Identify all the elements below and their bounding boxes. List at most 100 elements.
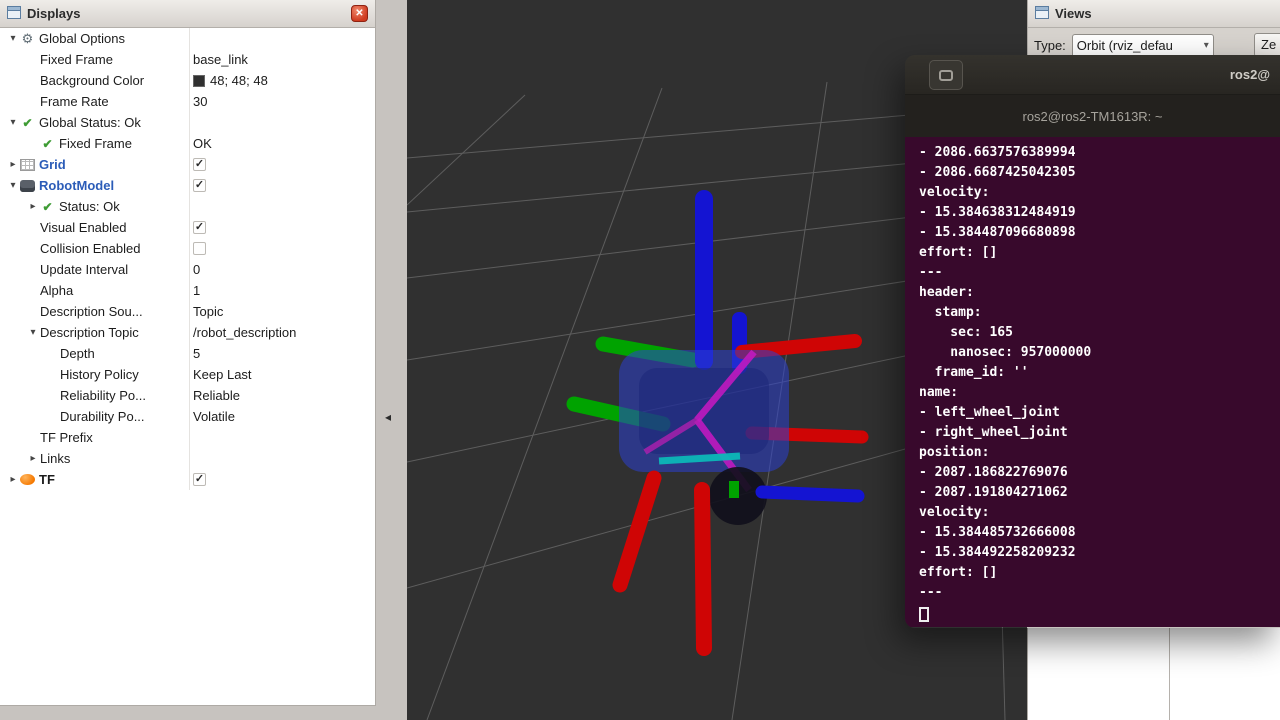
tree-row-history-policy[interactable]: History PolicyKeep Last xyxy=(0,364,375,385)
row-indent xyxy=(0,353,46,354)
property-value[interactable]: 30 xyxy=(193,94,207,109)
property-value[interactable]: 1 xyxy=(193,283,200,298)
property-value[interactable]: 48; 48; 48 xyxy=(210,73,268,88)
tree-row-frame-rate[interactable]: Frame Rate 30 xyxy=(0,91,375,112)
terminal-tab-title: ros2@ros2-TM1613R: ~ xyxy=(1023,109,1163,124)
terminal-line: - 15.384485732666008 xyxy=(919,525,1280,545)
robot-icon xyxy=(20,180,35,192)
property-value[interactable]: base_link xyxy=(193,52,248,67)
terminal-body[interactable]: - 2086.6637576389994- 2086.6687425042305… xyxy=(905,137,1280,627)
expander-right-icon[interactable]: ▸ xyxy=(6,474,20,485)
new-tab-button[interactable] xyxy=(929,60,963,90)
views-panel-title: Views xyxy=(1055,6,1273,21)
checkbox[interactable]: ✓ xyxy=(193,221,206,234)
tree-row-value: Volatile xyxy=(193,409,235,424)
tree-row-robotmodel[interactable]: ▾RobotModel✓ xyxy=(0,175,375,196)
property-value[interactable]: Topic xyxy=(193,304,223,319)
checkbox[interactable]: ✓ xyxy=(193,179,206,192)
tree-row-value: ✓ xyxy=(193,221,206,234)
close-icon[interactable]: ✕ xyxy=(351,5,368,22)
row-indent xyxy=(0,80,26,81)
tree-row-label: TF Prefix xyxy=(40,430,93,445)
terminal-line: name: xyxy=(919,385,1280,405)
zero-button[interactable]: Ze xyxy=(1254,33,1280,57)
terminal-tab[interactable]: ros2@ros2-TM1613R: ~ xyxy=(905,95,1280,137)
tree-row-label: Depth xyxy=(60,346,95,361)
tree-row-value: 1 xyxy=(193,283,200,298)
terminal-line: - 2087.191804271062 xyxy=(919,485,1280,505)
terminal-line: - 15.384638312484919 xyxy=(919,205,1280,225)
terminal-line: - 15.384487096680898 xyxy=(919,225,1280,245)
tree-row-label: Global Options xyxy=(39,31,125,46)
panel-collapse-arrow[interactable]: ◂ xyxy=(385,410,391,424)
terminal-titlebar[interactable]: ros2@ xyxy=(905,55,1280,95)
tree-row-global-options[interactable]: ▾⚙ Global Options xyxy=(0,28,375,49)
property-value[interactable]: OK xyxy=(193,136,212,151)
terminal-line: sec: 165 xyxy=(919,325,1280,345)
expander-right-icon[interactable]: ▸ xyxy=(6,159,20,170)
tree-row-update-interval[interactable]: Update Interval0 xyxy=(0,259,375,280)
expander-down-icon[interactable]: ▾ xyxy=(6,117,20,128)
tree-row-label: Background Color xyxy=(40,73,144,88)
tree-row-label: Fixed Frame xyxy=(40,52,113,67)
tree-row-background-color[interactable]: Background Color 48; 48; 48 xyxy=(0,70,375,91)
tree-row-label: Reliability Po... xyxy=(60,388,146,403)
expander-right-icon[interactable]: ▸ xyxy=(26,201,40,212)
new-tab-icon xyxy=(939,70,953,81)
expander-right-icon[interactable]: ▸ xyxy=(26,453,40,464)
row-indent xyxy=(0,395,46,396)
property-value[interactable]: 5 xyxy=(193,346,200,361)
views-panel-icon xyxy=(1035,6,1049,22)
tree-row-tf[interactable]: ▸ TF ✓ xyxy=(0,469,375,490)
tree-row-fixed-frame[interactable]: ✔Fixed FrameOK xyxy=(0,133,375,154)
tree-row-status-ok[interactable]: ▸✔Status: Ok xyxy=(0,196,375,217)
tree-row-label: Alpha xyxy=(40,283,73,298)
row-indent xyxy=(0,290,26,291)
property-value[interactable]: Keep Last xyxy=(193,367,252,382)
tree-row-global-status-ok[interactable]: ▾✔Global Status: Ok xyxy=(0,112,375,133)
property-value[interactable]: /robot_description xyxy=(193,325,296,340)
terminal-line: - 2087.186822769076 xyxy=(919,465,1280,485)
property-value[interactable]: Reliable xyxy=(193,388,240,403)
displays-panel-icon xyxy=(7,6,21,22)
tree-row-durability-po[interactable]: Durability Po...Volatile xyxy=(0,406,375,427)
grid-icon xyxy=(20,159,35,171)
expander-down-icon[interactable]: ▾ xyxy=(6,33,20,44)
tree-row-tf-prefix[interactable]: TF Prefix xyxy=(0,427,375,448)
tree-row-fixed-frame[interactable]: Fixed Frame base_link xyxy=(0,49,375,70)
tree-row-value: OK xyxy=(193,136,212,151)
tree-row-value: 5 xyxy=(193,346,200,361)
displays-panel-header[interactable]: Displays ✕ xyxy=(0,0,375,28)
row-indent xyxy=(0,437,26,438)
tree-row-visual-enabled[interactable]: Visual Enabled✓ xyxy=(0,217,375,238)
tree-row-alpha[interactable]: Alpha 1 xyxy=(0,280,375,301)
tree-row-description-sou[interactable]: Description Sou...Topic xyxy=(0,301,375,322)
tree-row-links[interactable]: ▸Links xyxy=(0,448,375,469)
color-swatch xyxy=(193,75,205,87)
gear-icon: ⚙ xyxy=(20,31,35,47)
tree-row-collision-enabled[interactable]: Collision Enabled xyxy=(0,238,375,259)
row-indent xyxy=(0,311,26,312)
displays-tree: ▾⚙Global OptionsFixed Framebase_linkBack… xyxy=(0,28,375,490)
tree-row-value: 48; 48; 48 xyxy=(193,73,268,88)
checkbox[interactable]: ✓ xyxy=(193,473,206,486)
property-value[interactable]: 0 xyxy=(193,262,200,277)
expander-down-icon[interactable]: ▾ xyxy=(26,327,40,338)
tree-row-label: Collision Enabled xyxy=(40,241,140,256)
checkbox[interactable]: ✓ xyxy=(193,158,206,171)
expander-down-icon[interactable]: ▾ xyxy=(6,180,20,191)
checkbox[interactable] xyxy=(193,242,206,255)
check-icon: ✔ xyxy=(20,116,35,130)
terminal-line: velocity: xyxy=(919,185,1280,205)
tree-row-label: TF xyxy=(39,472,55,487)
tree-row-reliability-po[interactable]: Reliability Po... Reliable xyxy=(0,385,375,406)
views-panel-header[interactable]: Views xyxy=(1028,0,1280,28)
tree-row-description-topic[interactable]: ▾Description Topic/robot_description xyxy=(0,322,375,343)
tree-row-grid[interactable]: ▸Grid✓ xyxy=(0,154,375,175)
displays-panel: Displays ✕ ▾⚙Global OptionsFixed Frameba… xyxy=(0,0,376,706)
property-value[interactable]: Volatile xyxy=(193,409,235,424)
tree-row-label: Frame Rate xyxy=(40,94,109,109)
view-type-dropdown[interactable]: Orbit (rviz_defau ▾ xyxy=(1072,34,1214,58)
tree-row-depth[interactable]: Depth 5 xyxy=(0,343,375,364)
terminal-window-title: ros2@ xyxy=(1230,55,1270,95)
